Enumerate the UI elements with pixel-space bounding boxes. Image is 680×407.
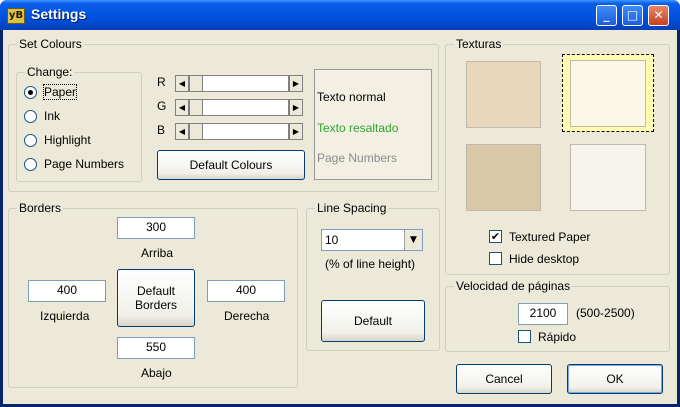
velocidad-label: Velocidad de páginas bbox=[454, 279, 573, 293]
g-label: G bbox=[157, 99, 167, 113]
g-scroll-left[interactable]: ◀ bbox=[175, 99, 189, 116]
r-scroll-right[interactable]: ▶ bbox=[289, 75, 303, 92]
velocidad-input[interactable]: 2100 bbox=[518, 303, 568, 325]
maximize-button[interactable]: □ bbox=[622, 5, 643, 26]
app-icon: yB bbox=[7, 8, 25, 24]
b-label: B bbox=[157, 123, 166, 137]
izquierda-label: Izquierda bbox=[40, 309, 90, 323]
default-borders-line1: Default bbox=[136, 284, 176, 298]
radio-ink-label[interactable]: Ink bbox=[44, 109, 60, 123]
b-scroll-right[interactable]: ▶ bbox=[289, 123, 303, 140]
b-scroll-thumb[interactable] bbox=[189, 123, 203, 140]
maximize-icon: □ bbox=[626, 8, 639, 22]
r-scroll-track[interactable] bbox=[189, 75, 289, 92]
hide-desktop-checkbox[interactable] bbox=[489, 252, 502, 265]
radio-paper-label[interactable]: Paper bbox=[42, 84, 78, 100]
line-spacing-hint: (% of line height) bbox=[325, 257, 416, 271]
minimize-icon: _ bbox=[603, 8, 610, 22]
chevron-down-icon[interactable]: ▼ bbox=[404, 230, 422, 250]
minimize-button[interactable]: _ bbox=[596, 5, 617, 26]
borders-group: Borders 300 Arriba 400 Izquierda Default… bbox=[8, 201, 298, 388]
default-borders-button[interactable]: Default Borders bbox=[117, 269, 195, 327]
arriba-label: Arriba bbox=[141, 246, 174, 260]
arriba-input[interactable]: 300 bbox=[117, 217, 195, 239]
g-scroll-right[interactable]: ▶ bbox=[289, 99, 303, 116]
texture-swatch-1[interactable] bbox=[466, 61, 541, 128]
texturas-group: Texturas ✔ Textured Paper Hide desktop bbox=[445, 37, 670, 275]
velocidad-range: (500-2500) bbox=[576, 306, 635, 320]
right-arrow-icon: ▶ bbox=[292, 103, 300, 112]
texture-swatch-2[interactable] bbox=[570, 60, 646, 127]
change-label: Change: bbox=[25, 65, 75, 79]
change-group: Change: Paper Ink Highlight Page Numbers bbox=[16, 65, 142, 182]
preview-highlight-text: Texto resaltado bbox=[317, 121, 399, 135]
cancel-button[interactable]: Cancel bbox=[456, 364, 552, 394]
line-spacing-default-button[interactable]: Default bbox=[321, 300, 425, 342]
left-arrow-icon: ◀ bbox=[178, 103, 186, 112]
radio-ink[interactable] bbox=[24, 110, 37, 123]
set-colours-label: Set Colours bbox=[17, 37, 84, 51]
borders-label: Borders bbox=[17, 201, 64, 215]
dialog-body: Set Colours Change: Paper Ink Highlight … bbox=[3, 30, 677, 404]
g-scroll-track[interactable] bbox=[189, 99, 289, 116]
right-arrow-icon: ▶ bbox=[292, 79, 300, 88]
textured-paper-label[interactable]: Textured Paper bbox=[509, 230, 590, 244]
preview-normal-text: Texto normal bbox=[317, 90, 386, 104]
line-spacing-value: 10 bbox=[325, 233, 339, 247]
texture-selection bbox=[562, 54, 654, 132]
colour-preview: Texto normal Texto resaltado Page Number… bbox=[314, 69, 432, 180]
derecha-input[interactable]: 400 bbox=[207, 280, 285, 302]
texture-swatch-4[interactable] bbox=[570, 144, 646, 211]
b-scroll-left[interactable]: ◀ bbox=[175, 123, 189, 140]
rapido-checkbox[interactable] bbox=[518, 330, 531, 343]
default-colours-button[interactable]: Default Colours bbox=[157, 150, 305, 180]
velocidad-group: Velocidad de páginas 2100 (500-2500) Ráp… bbox=[445, 279, 670, 352]
abajo-label: Abajo bbox=[141, 366, 172, 380]
left-arrow-icon: ◀ bbox=[178, 79, 186, 88]
hide-desktop-label[interactable]: Hide desktop bbox=[509, 252, 579, 266]
window-title: Settings bbox=[31, 6, 87, 22]
r-scroll-thumb[interactable] bbox=[189, 75, 203, 92]
line-spacing-group: Line Spacing 10 ▼ (% of line height) Def… bbox=[306, 201, 440, 351]
r-label: R bbox=[157, 75, 166, 89]
default-borders-line2: Borders bbox=[134, 298, 178, 312]
textured-paper-checkbox[interactable]: ✔ bbox=[489, 230, 502, 243]
ok-button[interactable]: OK bbox=[567, 364, 663, 394]
preview-page-numbers-text: Page Numbers bbox=[317, 151, 398, 165]
radio-page-numbers[interactable] bbox=[24, 158, 37, 171]
radio-highlight-label[interactable]: Highlight bbox=[44, 133, 91, 147]
close-icon: ✕ bbox=[653, 8, 664, 22]
rapido-label[interactable]: Rápido bbox=[538, 330, 576, 344]
set-colours-group: Set Colours Change: Paper Ink Highlight … bbox=[8, 37, 439, 192]
left-arrow-icon: ◀ bbox=[178, 127, 186, 136]
title-bar[interactable]: yB Settings _ □ ✕ bbox=[0, 0, 680, 30]
checkmark-icon: ✔ bbox=[490, 230, 501, 243]
r-scroll-left[interactable]: ◀ bbox=[175, 75, 189, 92]
line-spacing-select[interactable]: 10 ▼ bbox=[321, 229, 423, 251]
b-scroll-track[interactable] bbox=[189, 123, 289, 140]
texture-swatch-3[interactable] bbox=[466, 144, 541, 211]
radio-page-numbers-label[interactable]: Page Numbers bbox=[44, 157, 124, 171]
derecha-label: Derecha bbox=[224, 309, 270, 323]
radio-paper[interactable] bbox=[24, 86, 37, 99]
line-spacing-label: Line Spacing bbox=[315, 201, 389, 215]
abajo-input[interactable]: 550 bbox=[117, 337, 195, 359]
close-button[interactable]: ✕ bbox=[648, 5, 669, 26]
izquierda-input[interactable]: 400 bbox=[28, 280, 106, 302]
right-arrow-icon: ▶ bbox=[292, 127, 300, 136]
settings-window: yB Settings _ □ ✕ Set Colours Change: Pa… bbox=[0, 0, 680, 407]
texturas-label: Texturas bbox=[454, 37, 504, 51]
radio-highlight[interactable] bbox=[24, 134, 37, 147]
g-scroll-thumb[interactable] bbox=[189, 99, 203, 116]
